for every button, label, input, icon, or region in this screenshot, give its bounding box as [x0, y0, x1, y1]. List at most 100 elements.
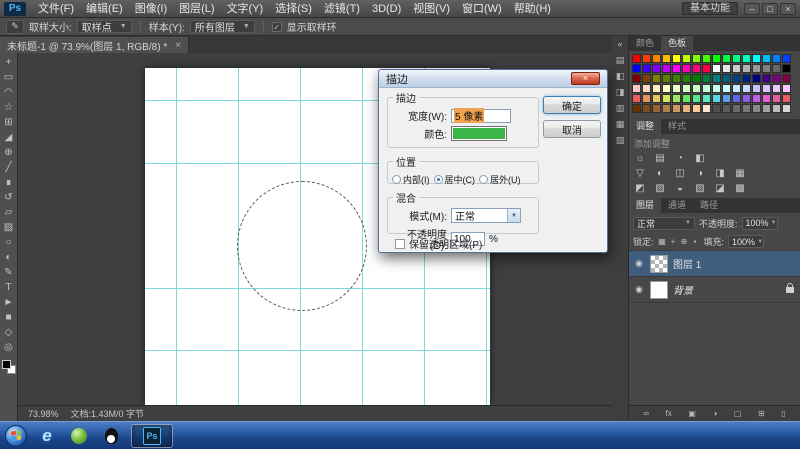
color-swatch[interactable]: [632, 94, 641, 103]
color-swatch[interactable]: [682, 64, 691, 73]
fill-dropdown[interactable]: 100% ▼: [728, 235, 764, 248]
adjustment-icon[interactable]: ◫: [673, 167, 687, 180]
radio-icon[interactable]: [392, 175, 401, 184]
delete-layer-icon[interactable]: ▯: [781, 410, 785, 418]
type-tool[interactable]: T: [1, 280, 17, 295]
photoshop-taskbar-button[interactable]: Ps: [131, 424, 173, 448]
color-swatch[interactable]: [632, 64, 641, 73]
menu-item[interactable]: 视图(V): [407, 0, 456, 18]
color-swatch[interactable]: [662, 54, 671, 63]
color-swatch[interactable]: [662, 104, 671, 113]
color-swatch[interactable]: [722, 64, 731, 73]
color-swatch[interactable]: [712, 54, 721, 63]
color-swatch[interactable]: [642, 84, 651, 93]
color-swatch[interactable]: [682, 84, 691, 93]
color-swatch[interactable]: [682, 54, 691, 63]
menu-item[interactable]: 编辑(E): [80, 0, 129, 18]
color-swatch[interactable]: [672, 104, 681, 113]
color-swatch[interactable]: [772, 104, 781, 113]
color-swatch[interactable]: [782, 84, 791, 93]
guide[interactable]: [176, 68, 177, 405]
color-swatch[interactable]: [782, 104, 791, 113]
color-swatch[interactable]: [712, 84, 721, 93]
adjustment-icon[interactable]: ◐: [653, 167, 667, 180]
color-swatch[interactable]: [722, 104, 731, 113]
color-swatch[interactable]: [772, 94, 781, 103]
internet-explorer-icon[interactable]: e: [35, 424, 59, 448]
color-swatch[interactable]: [642, 104, 651, 113]
adjustment-layer-icon[interactable]: ◑: [712, 410, 717, 418]
history-panel-icon[interactable]: ▤: [616, 56, 625, 65]
color-swatch[interactable]: [692, 94, 701, 103]
color-swatch[interactable]: [762, 84, 771, 93]
color-swatch[interactable]: [732, 64, 741, 73]
color-swatch[interactable]: [742, 74, 751, 83]
color-swatch[interactable]: [662, 64, 671, 73]
radio-icon[interactable]: [479, 175, 488, 184]
lock-icon[interactable]: ⊕: [680, 237, 689, 246]
color-swatch[interactable]: [702, 94, 711, 103]
panel-tab[interactable]: 图层: [629, 198, 661, 213]
layer-group-icon[interactable]: ▢: [734, 410, 742, 418]
color-swatch[interactable]: [702, 104, 711, 113]
layer-row[interactable]: ◉图层 1: [629, 251, 800, 277]
new-layer-icon[interactable]: ⊞: [758, 410, 765, 418]
color-swatch[interactable]: [772, 54, 781, 63]
position-radio[interactable]: 内部(I): [392, 173, 430, 186]
color-swatch[interactable]: [692, 54, 701, 63]
color-swatch[interactable]: [752, 54, 761, 63]
minimize-button[interactable]: –: [744, 3, 760, 15]
color-swatch[interactable]: [732, 54, 741, 63]
adjustment-icon[interactable]: ▧: [653, 182, 667, 195]
color-swatch[interactable]: [712, 74, 721, 83]
color-swatch[interactable]: [752, 104, 761, 113]
foreground-color-chip[interactable]: [2, 360, 11, 369]
visibility-eye-icon[interactable]: ◉: [633, 258, 645, 269]
history-brush-tool[interactable]: ↺: [1, 190, 17, 205]
color-swatch[interactable]: [652, 104, 661, 113]
adjustment-icon[interactable]: ◒: [673, 182, 687, 195]
blur-tool[interactable]: ○: [1, 235, 17, 250]
color-swatch[interactable]: [782, 54, 791, 63]
color-swatch[interactable]: [712, 104, 721, 113]
adjustment-icon[interactable]: ◨: [713, 167, 727, 180]
adjustment-icon[interactable]: ☼: [633, 152, 647, 165]
lasso-tool[interactable]: ◠: [1, 85, 17, 100]
paragraph-panel-icon[interactable]: ▦: [616, 120, 625, 129]
width-input[interactable]: 5 像素: [451, 109, 511, 123]
qq-icon[interactable]: [99, 424, 123, 448]
magic-wand-tool[interactable]: ☆: [1, 100, 17, 115]
menu-item[interactable]: 窗口(W): [456, 0, 508, 18]
dialog-close-button[interactable]: ×: [571, 72, 600, 85]
close-button[interactable]: ×: [780, 3, 796, 15]
color-swatch[interactable]: [672, 84, 681, 93]
shape-tool[interactable]: ■: [1, 310, 17, 325]
color-swatch[interactable]: [632, 84, 641, 93]
eyedropper-tool[interactable]: ◢: [1, 130, 17, 145]
color-swatch[interactable]: [702, 64, 711, 73]
character-panel-icon[interactable]: ▥: [616, 104, 625, 113]
panel-tab[interactable]: 颜色: [629, 36, 661, 51]
menu-item[interactable]: 滤镜(T): [318, 0, 366, 18]
pen-tool[interactable]: ✎: [1, 265, 17, 280]
mode-dropdown[interactable]: 正常 ▼: [451, 208, 521, 223]
color-swatch[interactable]: [762, 54, 771, 63]
color-swatch[interactable]: [672, 94, 681, 103]
gradient-tool[interactable]: ▨: [1, 220, 17, 235]
zoom-tool[interactable]: ◎: [1, 340, 17, 355]
checkbox-icon[interactable]: [395, 239, 405, 249]
color-swatch[interactable]: [682, 94, 691, 103]
color-swatch[interactable]: [642, 54, 651, 63]
color-swatch[interactable]: [712, 94, 721, 103]
color-swatch[interactable]: [772, 64, 781, 73]
link-layers-icon[interactable]: ∞: [643, 410, 649, 418]
menu-item[interactable]: 选择(S): [269, 0, 318, 18]
radio-icon[interactable]: [434, 175, 443, 184]
color-swatch[interactable]: [732, 84, 741, 93]
color-swatch[interactable]: [742, 64, 751, 73]
color-swatch[interactable]: [782, 64, 791, 73]
adjustment-icon[interactable]: ▦: [733, 167, 747, 180]
color-swatch[interactable]: [682, 74, 691, 83]
path-selection-tool[interactable]: ►: [1, 295, 17, 310]
guide[interactable]: [145, 350, 490, 351]
